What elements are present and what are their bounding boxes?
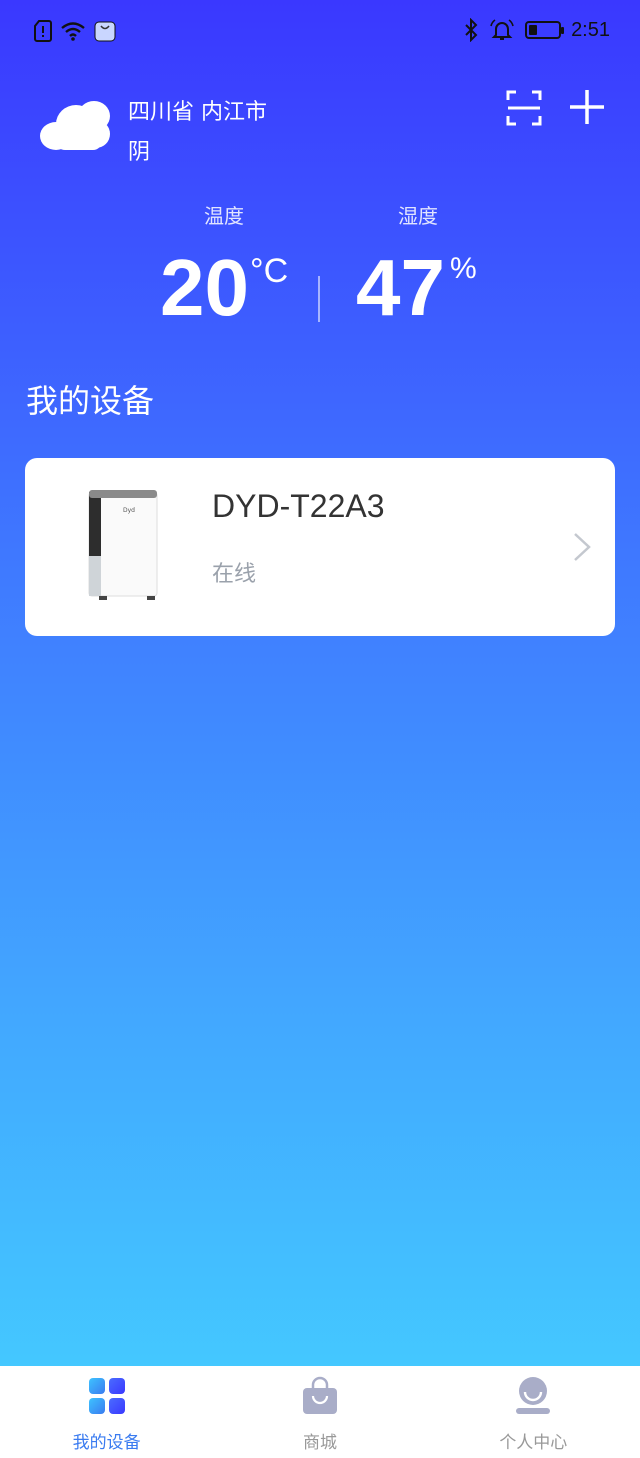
chevron-right-icon [574,533,591,561]
nav-item-shop[interactable]: 商城 [213,1366,426,1458]
device-status: 在线 [212,562,257,587]
add-icon[interactable] [568,88,606,126]
cloud-icon [40,101,110,150]
humidity-value: 47 [356,243,445,332]
temperature-label: 温度 [204,204,244,228]
nav-label-shop: 商城 [302,1433,337,1453]
shopping-bag-icon [302,1376,337,1414]
nav-label-profile: 个人中心 [499,1433,568,1453]
wifi-icon [61,22,85,41]
status-bar: 2:51 [0,0,640,64]
battery-level [529,25,538,35]
location-text: 四川省 内江市 [128,100,267,125]
nav-item-devices[interactable]: 我的设备 [0,1366,213,1458]
status-time: 2:51 [571,18,610,41]
device-logo: Dyd [123,507,135,514]
bluetooth-icon [465,18,478,42]
dehumidifier-image: Dyd [88,490,158,600]
temperature-unit: °C [250,252,289,290]
profile-icon [516,1377,551,1414]
device-card[interactable]: Dyd DYD-T22A3 在线 [25,458,615,636]
status-right-icons: 2:51 [463,18,610,42]
humidity-unit: % [450,252,477,285]
nav-label-devices: 我的设备 [72,1433,141,1453]
status-left-icons [34,20,116,42]
stats-divider [318,276,320,322]
alarm-icon [490,19,514,40]
battery-icon [525,21,565,39]
weather-condition: 阴 [128,140,151,165]
notification-app-icon [94,21,116,42]
scan-icon[interactable] [506,90,542,126]
bottom-nav: 我的设备 商城 个人中心 [0,1366,640,1458]
devices-grid-icon [88,1378,125,1414]
device-name: DYD-T22A3 [212,488,385,524]
temperature-value: 20 [160,243,249,332]
nav-item-profile[interactable]: 个人中心 [427,1366,640,1458]
sim-alert-icon [34,20,52,42]
humidity-label: 湿度 [398,204,438,228]
section-title: 我的设备 [26,382,155,420]
